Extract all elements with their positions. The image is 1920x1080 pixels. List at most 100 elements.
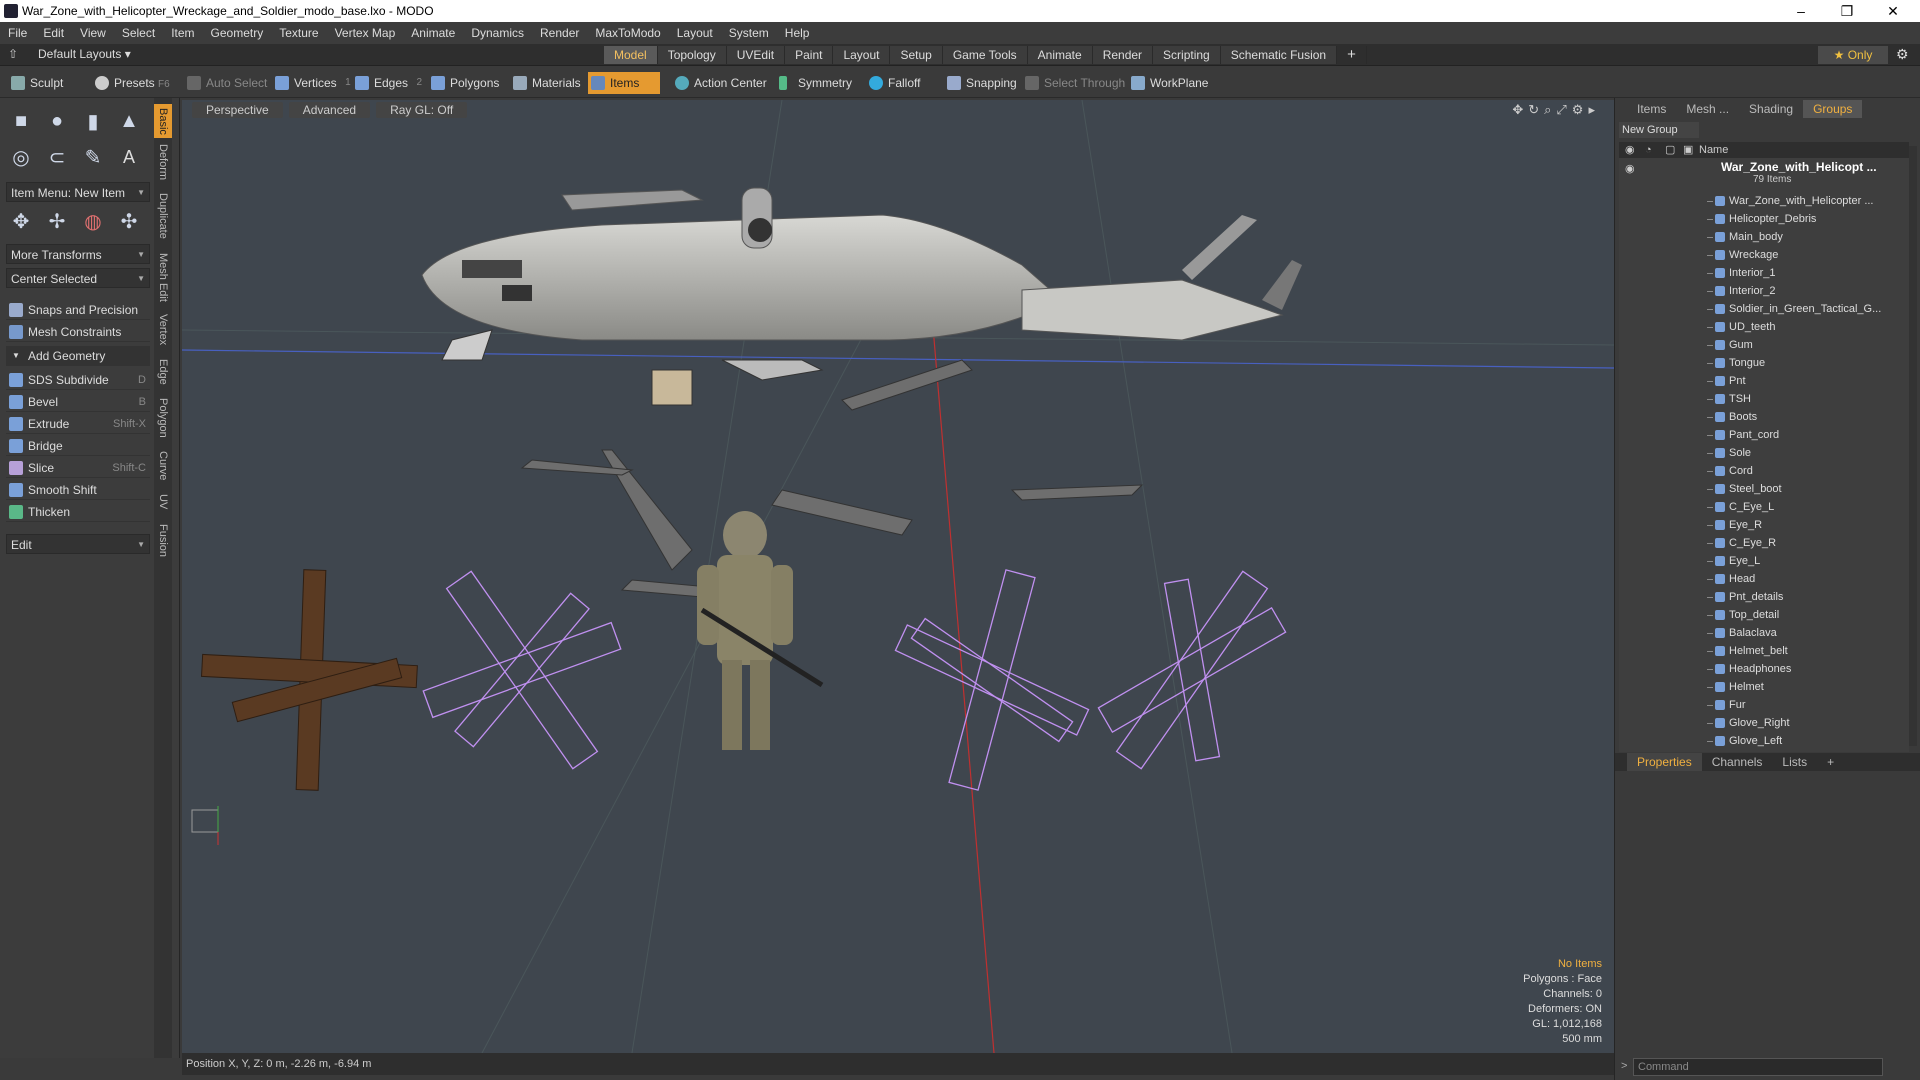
vertices-button[interactable]: Vertices 1: [272, 72, 351, 94]
tree-item[interactable]: Headphones: [1619, 660, 1909, 678]
text-tool-icon[interactable]: A: [114, 142, 144, 172]
close-button[interactable]: ✕: [1870, 0, 1916, 22]
lock-icon[interactable]: ▢: [1665, 142, 1675, 158]
action-center-button[interactable]: Action Center: [672, 72, 767, 94]
viewport-nav-icons[interactable]: ✥↻⌕⤢⚙▸: [1512, 102, 1600, 118]
items-button[interactable]: Items: [588, 72, 660, 94]
cube-icon[interactable]: ■: [6, 106, 36, 136]
tree-item[interactable]: C_Eye_R: [1619, 534, 1909, 552]
tool-extrude[interactable]: Extrude Shift-X: [6, 414, 150, 434]
tool-bevel[interactable]: Bevel B: [6, 392, 150, 412]
tab-topology[interactable]: Topology: [657, 46, 727, 64]
tab-model[interactable]: Model: [604, 46, 658, 64]
capsule-icon[interactable]: ⊂: [42, 142, 72, 172]
tree-item[interactable]: Head: [1619, 570, 1909, 588]
tab-mesh[interactable]: Mesh ...: [1676, 100, 1739, 118]
sphere-icon[interactable]: ●: [42, 106, 72, 136]
edges-button[interactable]: Edges 2: [352, 72, 422, 94]
menu-animate[interactable]: Animate: [403, 26, 463, 40]
3d-viewport[interactable]: Perspective Advanced Ray GL: Off ✥↻⌕⤢⚙▸ …: [182, 100, 1614, 1053]
cone-icon[interactable]: ▲: [114, 106, 144, 136]
tab-items[interactable]: Items: [1627, 100, 1676, 118]
move-tool-icon[interactable]: ✥: [6, 206, 36, 236]
advanced-dropdown[interactable]: Advanced: [288, 102, 371, 118]
tree-item[interactable]: Main_body: [1619, 228, 1909, 246]
tab-channels[interactable]: Channels: [1702, 753, 1773, 771]
raygl-dropdown[interactable]: Ray GL: Off: [376, 102, 468, 118]
tab-groups[interactable]: Groups: [1803, 100, 1863, 118]
tree-item[interactable]: Pant_cord: [1619, 426, 1909, 444]
menu-help[interactable]: Help: [777, 26, 818, 40]
menu-geometry[interactable]: Geometry: [203, 26, 272, 40]
command-input[interactable]: Command: [1633, 1058, 1883, 1076]
tool-thicken[interactable]: Thicken: [6, 502, 150, 522]
add-tab-button[interactable]: +: [1817, 753, 1844, 771]
polygons-button[interactable]: Polygons: [428, 72, 499, 94]
menu-view[interactable]: View: [72, 26, 114, 40]
tab-layout[interactable]: Layout: [833, 46, 891, 64]
tab-scripting[interactable]: Scripting: [1153, 46, 1221, 64]
tree-item[interactable]: Gum: [1619, 336, 1909, 354]
vtab-curve[interactable]: Curve: [154, 448, 172, 484]
select-icon[interactable]: ▣: [1683, 142, 1693, 158]
vtab-basic[interactable]: Basic: [154, 104, 172, 138]
menu-layout[interactable]: Layout: [669, 26, 721, 40]
pen-icon[interactable]: ✎: [78, 142, 108, 172]
eye-icon[interactable]: ◉: [1625, 142, 1635, 158]
tab-paint[interactable]: Paint: [785, 46, 834, 64]
select-through-button[interactable]: Select Through: [1022, 72, 1125, 94]
add-geometry-header[interactable]: ▼ Add Geometry: [6, 346, 150, 366]
tab-uvedit[interactable]: UVEdit: [726, 46, 786, 64]
default-layouts-dropdown[interactable]: Default Layouts ▾: [38, 47, 131, 61]
transform-tool-icon[interactable]: ✣: [114, 206, 144, 236]
tree-item[interactable]: Boots: [1619, 408, 1909, 426]
tree-item[interactable]: Pnt_details: [1619, 588, 1909, 606]
tree-item[interactable]: Helmet: [1619, 678, 1909, 696]
maximize-button[interactable]: ❐: [1824, 0, 1870, 22]
eye-icon[interactable]: ◉: [1625, 162, 1635, 175]
vtab-polygon[interactable]: Polygon: [154, 394, 172, 442]
snapping-button[interactable]: Snapping: [944, 72, 1017, 94]
tree-item[interactable]: Cord: [1619, 462, 1909, 480]
tree-item[interactable]: Glove_Right: [1619, 714, 1909, 732]
sculpt-button[interactable]: Sculpt: [8, 72, 63, 94]
tree-item[interactable]: Fur: [1619, 696, 1909, 714]
vtab-duplicate[interactable]: Duplicate: [154, 188, 172, 244]
menu-item[interactable]: Item: [163, 26, 202, 40]
tree-item[interactable]: TSH: [1619, 390, 1909, 408]
menu-file[interactable]: File: [0, 26, 35, 40]
tab-properties[interactable]: Properties: [1627, 753, 1702, 771]
tab-schematic-fusion[interactable]: Schematic Fusion: [1220, 46, 1338, 64]
tree-item[interactable]: Balaclava: [1619, 624, 1909, 642]
vtab-deform[interactable]: Deform: [154, 142, 172, 182]
tree-item[interactable]: UD_teeth: [1619, 318, 1909, 336]
snaps-precision-button[interactable]: Snaps and Precision: [6, 300, 150, 320]
tool-slice[interactable]: Slice Shift-C: [6, 458, 150, 478]
tree-item[interactable]: Soldier_in_Green_Tactical_G...: [1619, 300, 1909, 318]
tree-item[interactable]: Sole: [1619, 444, 1909, 462]
cylinder-icon[interactable]: ▮: [78, 106, 108, 136]
presets-button[interactable]: Presets F6: [92, 72, 170, 94]
tree-item[interactable]: Steel_boot: [1619, 480, 1909, 498]
materials-button[interactable]: Materials: [510, 72, 581, 94]
new-group-button[interactable]: New Group: [1619, 122, 1699, 138]
render-icon[interactable]: ◔: [1645, 142, 1652, 158]
tab-shading[interactable]: Shading: [1739, 100, 1803, 118]
symmetry-button[interactable]: Symmetry: [776, 72, 852, 94]
tree-item[interactable]: Wreckage: [1619, 246, 1909, 264]
menu-select[interactable]: Select: [114, 26, 163, 40]
tool-sds-subdivide[interactable]: SDS Subdivide D: [6, 370, 150, 390]
mesh-constraints-button[interactable]: Mesh Constraints: [6, 322, 150, 342]
tab-lists[interactable]: Lists: [1772, 753, 1817, 771]
tab-game-tools[interactable]: Game Tools: [942, 46, 1028, 64]
edit-dropdown[interactable]: Edit: [6, 534, 150, 555]
scale-tool-icon[interactable]: ◍: [78, 206, 108, 236]
vtab-mesh-edit[interactable]: Mesh Edit: [154, 250, 172, 304]
menu-texture[interactable]: Texture: [271, 26, 326, 40]
minimize-button[interactable]: –: [1778, 0, 1824, 22]
menu-render[interactable]: Render: [532, 26, 587, 40]
menu-maxtomodo[interactable]: MaxToModo: [587, 26, 668, 40]
tree-item[interactable]: Interior_1: [1619, 264, 1909, 282]
tree-item[interactable]: Helicopter_Debris: [1619, 210, 1909, 228]
add-tab-button[interactable]: +: [1337, 46, 1367, 64]
